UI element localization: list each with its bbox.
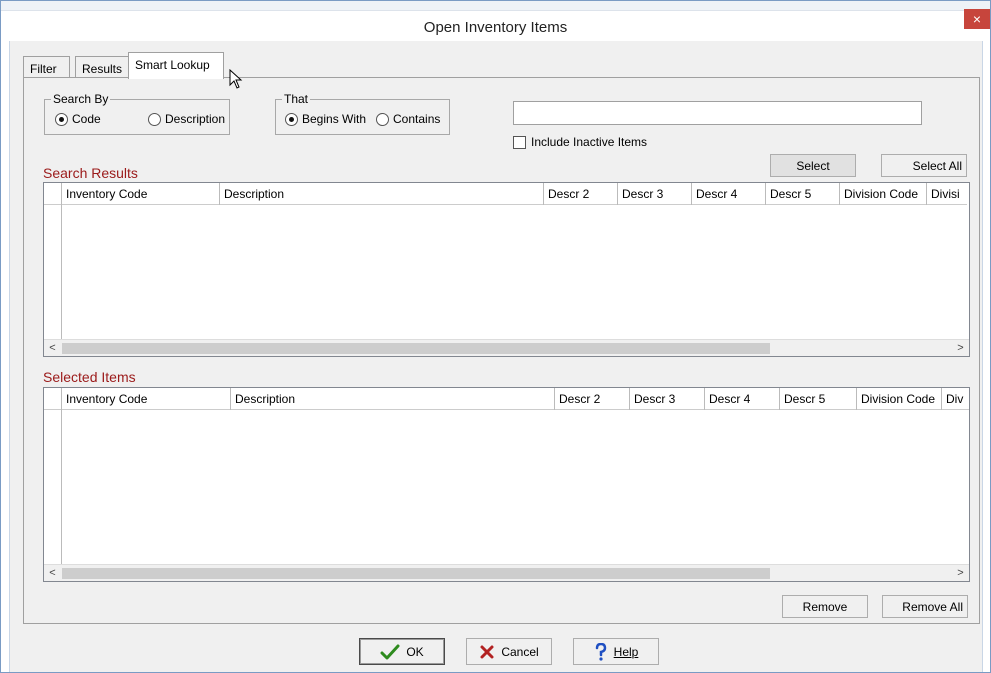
col-descr-3[interactable]: Descr 3: [630, 388, 705, 410]
title-bar: Open Inventory Items ×: [1, 1, 990, 41]
search-by-group: Search By Code Description: [44, 92, 230, 135]
radio-description-label: Description: [165, 112, 226, 126]
radio-begins-with-indicator: [285, 112, 298, 126]
scroll-thumb[interactable]: [62, 568, 770, 579]
search-results-header: Inventory Code Description Descr 2 Descr…: [44, 183, 967, 205]
row-header-column: [44, 410, 62, 564]
title-bar-strip: [1, 1, 990, 11]
radio-code-label: Code: [72, 112, 101, 126]
col-description[interactable]: Description: [231, 388, 555, 410]
radio-description[interactable]: Description: [148, 112, 225, 126]
tab-smart-lookup[interactable]: Smart Lookup: [128, 52, 224, 79]
col-descr-5[interactable]: Descr 5: [780, 388, 857, 410]
that-group: That Begins With Contains: [275, 92, 450, 135]
scroll-left-icon[interactable]: <: [44, 565, 61, 581]
selected-items-grid: Inventory Code Description Descr 2 Descr…: [43, 387, 970, 582]
scroll-left-icon[interactable]: <: [44, 340, 61, 356]
col-inventory-code[interactable]: Inventory Code: [62, 183, 220, 205]
radio-contains-label: Contains: [393, 112, 441, 126]
col-descr-5[interactable]: Descr 5: [766, 183, 840, 205]
radio-begins-with-label: Begins With: [302, 112, 367, 126]
remove-all-button[interactable]: Remove All: [882, 595, 968, 618]
search-results-body[interactable]: [44, 205, 969, 339]
left-border: [1, 41, 10, 672]
ok-button[interactable]: OK: [359, 638, 445, 665]
window-title: Open Inventory Items: [423, 19, 568, 36]
col-division[interactable]: Divisi: [927, 183, 967, 205]
select-all-button[interactable]: Select All: [881, 154, 967, 177]
col-descr-2[interactable]: Descr 2: [555, 388, 630, 410]
search-results-hscroll[interactable]: < >: [44, 339, 969, 356]
question-icon: [595, 642, 606, 661]
selected-items-header: Inventory Code Description Descr 2 Descr…: [44, 388, 969, 410]
search-results-grid: Inventory Code Description Descr 2 Descr…: [43, 182, 970, 357]
tab-filter[interactable]: Filter: [23, 56, 70, 78]
search-input[interactable]: [513, 101, 922, 125]
radio-code[interactable]: Code: [55, 112, 101, 126]
row-header-corner: [44, 388, 62, 410]
radio-contains-indicator: [376, 112, 389, 126]
row-header-corner: [44, 183, 62, 205]
selected-items-label: Selected Items: [43, 369, 136, 385]
col-division-code[interactable]: Division Code: [857, 388, 942, 410]
that-title: That: [282, 92, 311, 106]
selected-items-body[interactable]: [44, 410, 969, 564]
close-button[interactable]: ×: [964, 9, 990, 29]
radio-description-indicator: [148, 112, 161, 126]
col-descr-3[interactable]: Descr 3: [618, 183, 692, 205]
col-inventory-code[interactable]: Inventory Code: [62, 388, 231, 410]
ok-label: OK: [406, 644, 424, 659]
checkmark-icon: [380, 644, 400, 659]
col-descr-2[interactable]: Descr 2: [544, 183, 618, 205]
help-label: Help: [613, 644, 639, 659]
help-button[interactable]: Help: [573, 638, 659, 665]
radio-code-indicator: [55, 112, 68, 126]
search-results-label: Search Results: [43, 165, 138, 181]
col-division-code[interactable]: Division Code: [840, 183, 927, 205]
mouse-cursor-icon: [229, 69, 243, 89]
right-border: [982, 41, 990, 672]
radio-contains[interactable]: Contains: [376, 112, 440, 126]
tab-results[interactable]: Results: [75, 56, 129, 78]
col-description[interactable]: Description: [220, 183, 544, 205]
search-by-title: Search By: [51, 92, 111, 106]
scroll-right-icon[interactable]: >: [952, 565, 969, 581]
select-button[interactable]: Select: [770, 154, 856, 177]
col-division[interactable]: Div: [942, 388, 969, 410]
radio-begins-with[interactable]: Begins With: [285, 112, 366, 126]
x-icon: [480, 645, 494, 658]
col-descr-4[interactable]: Descr 4: [705, 388, 780, 410]
scroll-thumb[interactable]: [62, 343, 770, 354]
include-inactive-box: [513, 135, 526, 149]
cancel-button[interactable]: Cancel: [466, 638, 552, 665]
dialog-window: Open Inventory Items × Filter Results Sm…: [0, 0, 991, 673]
include-inactive-label: Include Inactive Items: [531, 135, 648, 149]
selected-items-hscroll[interactable]: < >: [44, 564, 969, 581]
row-header-column: [44, 205, 62, 339]
remove-button[interactable]: Remove: [782, 595, 868, 618]
cancel-label: Cancel: [501, 644, 539, 659]
include-inactive-checkbox[interactable]: Include Inactive Items: [513, 135, 647, 149]
scroll-right-icon[interactable]: >: [952, 340, 969, 356]
col-descr-4[interactable]: Descr 4: [692, 183, 766, 205]
